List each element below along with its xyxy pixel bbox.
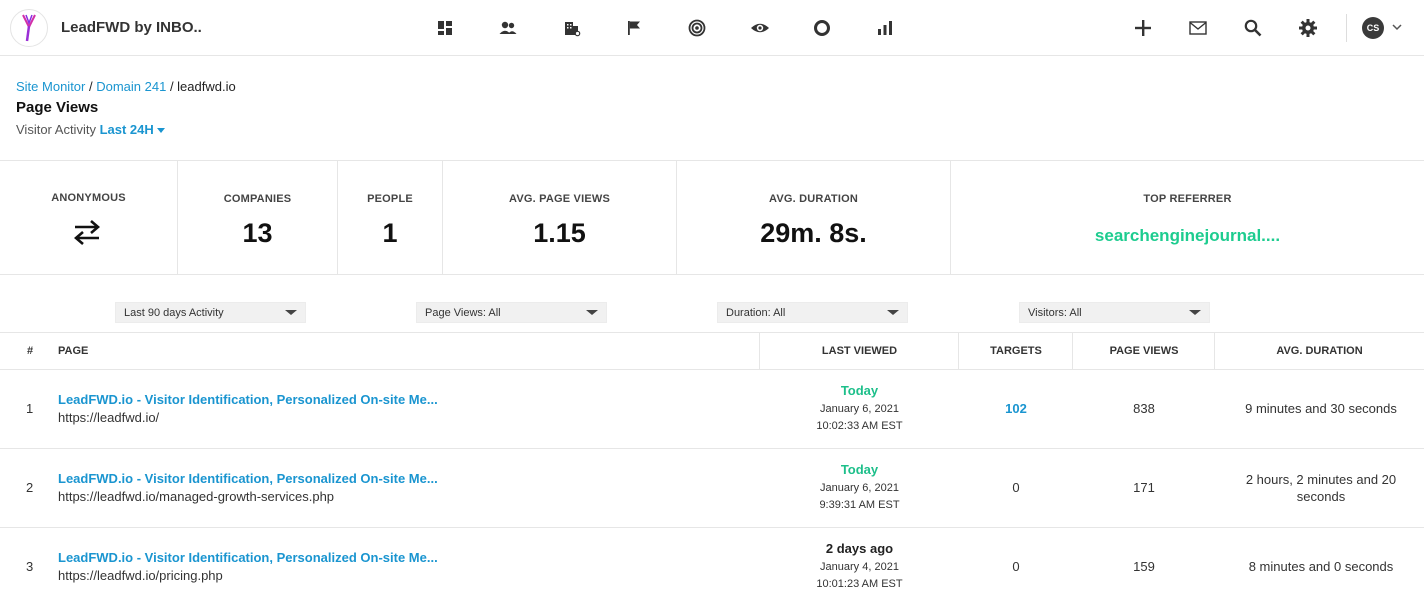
- last-viewed-relative: Today: [840, 383, 879, 398]
- page-views-filter-value: Page Views: All: [425, 307, 501, 319]
- avg-duration: 8 minutes and 0 seconds: [1248, 559, 1394, 574]
- col-avg-duration[interactable]: AVG. DURATION: [1215, 333, 1424, 369]
- page-title: Page Views: [16, 99, 99, 116]
- stat-companies-value: 13: [242, 218, 273, 248]
- targets-link[interactable]: 102: [959, 401, 1073, 416]
- stat-top-referrer-value[interactable]: searchenginejournal....: [951, 226, 1424, 246]
- page-views-filter[interactable]: Page Views: All: [416, 302, 607, 323]
- swap-arrows-icon: [74, 220, 100, 245]
- last-viewed-date: January 6, 2021: [820, 403, 899, 415]
- activity-filter-value: Last 90 days Activity: [124, 307, 224, 319]
- caret-down-icon: [156, 128, 165, 134]
- subtitle-label: Visitor Activity: [16, 122, 96, 137]
- last-viewed-time: 10:01:23 AM EST: [816, 578, 903, 590]
- dashboard-icon[interactable]: [434, 17, 456, 39]
- last-viewed-time: 9:39:31 AM EST: [819, 499, 900, 511]
- table-row: 3 LeadFWD.io - Visitor Identification, P…: [0, 528, 1424, 602]
- row-number: 2: [26, 480, 34, 495]
- caret-down-icon: [586, 310, 598, 315]
- caret-down-icon: [1189, 310, 1201, 315]
- breadcrumb-current: leadfwd.io: [177, 79, 236, 94]
- breadcrumb-site-monitor[interactable]: Site Monitor: [16, 79, 85, 94]
- stat-avg-duration-value: 29m. 8s.: [760, 218, 867, 248]
- range-dropdown[interactable]: Last 24H: [100, 122, 165, 137]
- activity-filter[interactable]: Last 90 days Activity: [115, 302, 306, 323]
- stat-anonymous-label: ANONYMOUS: [51, 192, 126, 204]
- page-views-count: 838: [1133, 401, 1155, 416]
- last-viewed-date: January 4, 2021: [820, 561, 899, 573]
- stat-people-value: 1: [382, 218, 398, 248]
- stat-avg-duration: AVG. DURATION 29m. 8s.: [677, 161, 951, 274]
- last-viewed-time: 10:02:33 AM EST: [816, 420, 903, 432]
- table-row: 2 LeadFWD.io - Visitor Identification, P…: [0, 449, 1424, 528]
- breadcrumb-domain[interactable]: Domain 241: [96, 79, 166, 94]
- stat-anonymous[interactable]: ANONYMOUS: [0, 161, 178, 274]
- eye-icon[interactable]: [749, 17, 771, 39]
- stat-top-referrer: TOP REFERRER searchenginejournal....: [951, 161, 1424, 274]
- page-title-link[interactable]: LeadFWD.io - Visitor Identification, Per…: [58, 392, 438, 407]
- search-icon[interactable]: [1242, 17, 1264, 39]
- breadcrumb-separator: /: [166, 79, 178, 94]
- caret-down-icon: [285, 310, 297, 315]
- stat-people[interactable]: PEOPLE 1: [338, 161, 443, 274]
- col-page[interactable]: PAGE: [58, 333, 88, 369]
- avatar[interactable]: CS: [1362, 17, 1384, 39]
- nav-divider: [1346, 14, 1347, 42]
- app-title: LeadFWD by INBO..: [61, 19, 202, 36]
- breadcrumb: Site Monitor / Domain 241 / leadfwd.io: [16, 79, 236, 94]
- bar-chart-icon[interactable]: [874, 17, 896, 39]
- people-icon[interactable]: [497, 17, 519, 39]
- app-logo[interactable]: [10, 9, 48, 47]
- col-num: #: [27, 345, 34, 357]
- page-url: https://leadfwd.io/: [58, 410, 160, 425]
- stat-avg-page-views-value: 1.15: [533, 218, 586, 248]
- col-last-viewed[interactable]: LAST VIEWED: [760, 333, 959, 369]
- gear-icon[interactable]: [1297, 17, 1319, 39]
- breadcrumb-separator: /: [85, 79, 97, 94]
- chevron-down-icon[interactable]: [1391, 21, 1403, 33]
- targets-count: 0: [1012, 480, 1020, 495]
- companies-icon[interactable]: [561, 17, 583, 39]
- targets-count: 0: [1012, 559, 1020, 574]
- last-viewed-relative: Today: [840, 462, 879, 477]
- avg-duration: 2 hours, 2 minutes and 20 seconds: [1245, 472, 1397, 504]
- stat-people-label: PEOPLE: [367, 193, 413, 205]
- page-views-count: 159: [1133, 559, 1155, 574]
- page-url: https://leadfwd.io/managed-growth-servic…: [58, 489, 335, 504]
- table-header: # PAGE LAST VIEWED TARGETS PAGE VIEWS AV…: [0, 332, 1424, 370]
- stat-avg-duration-label: AVG. DURATION: [769, 193, 858, 205]
- duration-filter-value: Duration: All: [726, 307, 786, 319]
- caret-down-icon: [887, 310, 899, 315]
- top-nav: LeadFWD by INBO.. CS: [0, 0, 1424, 56]
- mail-icon[interactable]: [1187, 17, 1209, 39]
- target-icon[interactable]: [686, 17, 708, 39]
- last-viewed-relative: 2 days ago: [825, 541, 894, 556]
- stat-top-referrer-label: TOP REFERRER: [1143, 193, 1232, 205]
- stat-companies-label: COMPANIES: [223, 193, 292, 205]
- page-views-count: 171: [1133, 480, 1155, 495]
- avg-duration: 9 minutes and 30 seconds: [1245, 401, 1397, 416]
- row-number: 1: [26, 401, 34, 416]
- add-icon[interactable]: [1132, 17, 1154, 39]
- visitors-filter[interactable]: Visitors: All: [1019, 302, 1210, 323]
- visitors-filter-value: Visitors: All: [1028, 307, 1082, 319]
- page-title-link[interactable]: LeadFWD.io - Visitor Identification, Per…: [58, 471, 438, 486]
- last-viewed-date: January 6, 2021: [820, 482, 899, 494]
- circle-icon[interactable]: [811, 17, 833, 39]
- stats-strip: ANONYMOUS COMPANIES 13 PEOPLE 1 AVG. PAG…: [0, 160, 1424, 275]
- logo-icon: [22, 14, 36, 42]
- row-number: 3: [26, 559, 34, 574]
- col-page-views[interactable]: PAGE VIEWS: [1073, 333, 1215, 369]
- page-url: https://leadfwd.io/pricing.php: [58, 568, 223, 583]
- col-targets[interactable]: TARGETS: [959, 333, 1073, 369]
- duration-filter[interactable]: Duration: All: [717, 302, 908, 323]
- stat-companies[interactable]: COMPANIES 13: [178, 161, 338, 274]
- page-title-link[interactable]: LeadFWD.io - Visitor Identification, Per…: [58, 550, 438, 565]
- table-row: 1 LeadFWD.io - Visitor Identification, P…: [0, 370, 1424, 449]
- flag-icon[interactable]: [623, 17, 645, 39]
- stat-avg-page-views: AVG. PAGE VIEWS 1.15: [443, 161, 677, 274]
- visitor-activity-selector: Visitor Activity Last 24H: [16, 122, 165, 137]
- stat-avg-page-views-label: AVG. PAGE VIEWS: [509, 193, 610, 205]
- range-value: Last 24H: [99, 122, 154, 137]
